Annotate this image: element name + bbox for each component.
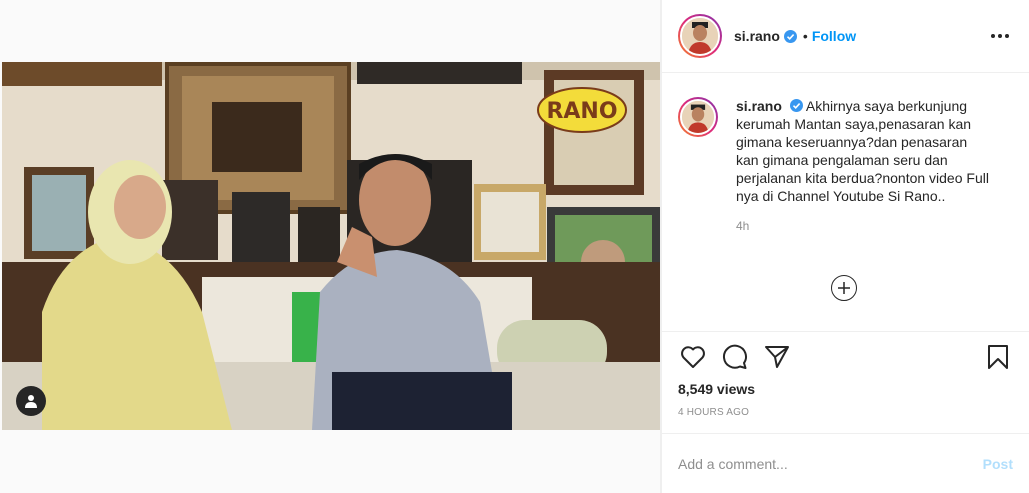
caption-relative-time[interactable]: 4h [736, 217, 991, 235]
add-comment-form: Post [662, 433, 1029, 493]
caption-avatar[interactable] [678, 97, 718, 137]
more-options-icon[interactable] [987, 26, 1013, 46]
post-comment-button[interactable]: Post [983, 456, 1013, 472]
header-separator: • [802, 28, 808, 44]
user-tag-icon [25, 395, 37, 408]
post-media: RANO [0, 0, 661, 493]
view-count[interactable]: 8,549 views [678, 381, 1013, 397]
bookmark-icon [988, 345, 1008, 369]
verified-badge-icon [789, 99, 803, 112]
video-frame: RANO [2, 62, 660, 430]
like-button[interactable] [678, 342, 708, 372]
video-watermark: RANO [546, 99, 617, 124]
post-side-panel: si.rano • Follow si.rano Akhirnya saya b… [661, 0, 1029, 493]
save-button[interactable] [983, 342, 1013, 372]
user-tag-button[interactable] [16, 386, 46, 416]
video-player[interactable]: RANO [2, 62, 660, 430]
plus-circle-icon [838, 282, 850, 294]
comment-input[interactable] [678, 455, 983, 472]
post-actions: 8,549 views 4 HOURS AGO [662, 331, 1029, 418]
author-username[interactable]: si.rano [734, 28, 780, 44]
avatar-image [682, 18, 718, 54]
follow-button[interactable]: Follow [812, 28, 856, 44]
comment-button[interactable] [720, 342, 750, 372]
share-button[interactable] [762, 342, 792, 372]
caption-avatar-image [682, 101, 714, 133]
post-timestamp[interactable]: 4 HOURS AGO [678, 407, 1013, 418]
action-icons [678, 342, 1013, 372]
load-more-comments-button[interactable] [831, 275, 857, 301]
caption-username[interactable]: si.rano [736, 98, 782, 114]
comment-bubble-icon [723, 344, 747, 369]
verified-badge-icon [783, 29, 797, 43]
post-header: si.rano • Follow [662, 0, 1029, 73]
heart-icon [681, 346, 705, 368]
caption-body: si.rano Akhirnya saya berkunjung kerumah… [736, 97, 991, 235]
paper-plane-icon [765, 346, 789, 368]
caption: si.rano Akhirnya saya berkunjung kerumah… [678, 97, 1013, 235]
author-avatar[interactable] [678, 14, 722, 58]
